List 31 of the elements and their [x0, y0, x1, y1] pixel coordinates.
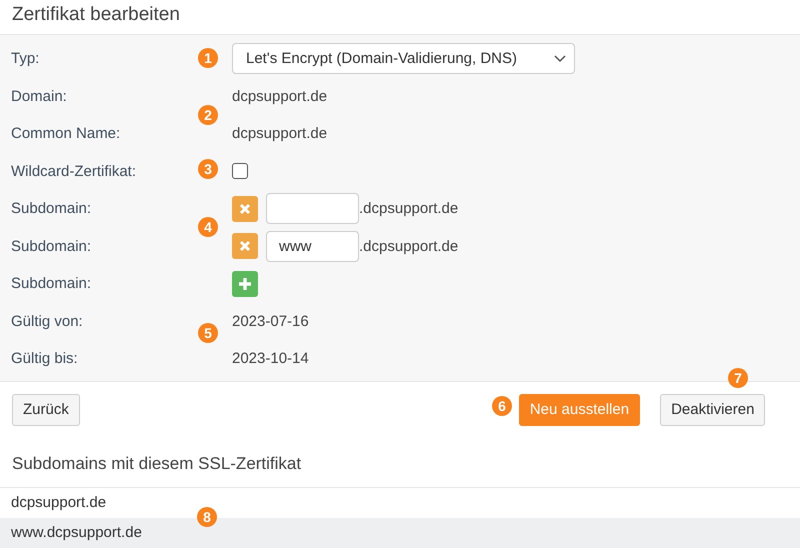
- action-button[interactable]: Deaktivieren: [660, 394, 766, 426]
- field-label: Subdomain:: [11, 200, 92, 218]
- remove-button[interactable]: [232, 196, 258, 222]
- chevron-down-icon: [554, 54, 566, 63]
- field-value: 2023-10-14: [232, 350, 309, 368]
- plus-icon: [238, 276, 252, 291]
- action-button[interactable]: Zurück: [12, 394, 80, 426]
- field-label: Gültig bis:: [11, 350, 78, 368]
- field-value: dcpsupport.de: [232, 88, 328, 105]
- field-label: Subdomain:: [11, 275, 92, 292]
- close-icon: [239, 202, 251, 215]
- type-select[interactable]: Let's Encrypt (Domain-Validierung, DNS): [232, 43, 575, 74]
- close-icon: [239, 240, 251, 252]
- field-label: Typ:: [11, 50, 40, 68]
- remove-button[interactable]: [232, 233, 258, 260]
- subdomain-input[interactable]: [266, 193, 359, 224]
- field-value: dcpsupport.de: [232, 125, 328, 142]
- field-label: Wildcard-Zertifikat:: [11, 162, 136, 180]
- field-label: Domain:: [11, 88, 67, 105]
- field-label: Subdomain:: [11, 238, 92, 255]
- domain-suffix: .dcpsupport.de: [359, 238, 458, 255]
- subdomain-input[interactable]: www: [266, 230, 359, 262]
- field-value: 2023-07-16: [232, 312, 309, 330]
- field-label: Gültig von:: [11, 312, 83, 330]
- field-label: Common Name:: [11, 125, 120, 142]
- domain-suffix: .dcpsupport.de: [359, 200, 458, 218]
- callout-badge: 7: [728, 368, 748, 388]
- section-title: Zertifikat bearbeiten: [11, 3, 181, 27]
- add-button[interactable]: [232, 270, 258, 297]
- callout-badge: 6: [492, 396, 512, 416]
- wildcard-checkbox[interactable]: [232, 163, 248, 180]
